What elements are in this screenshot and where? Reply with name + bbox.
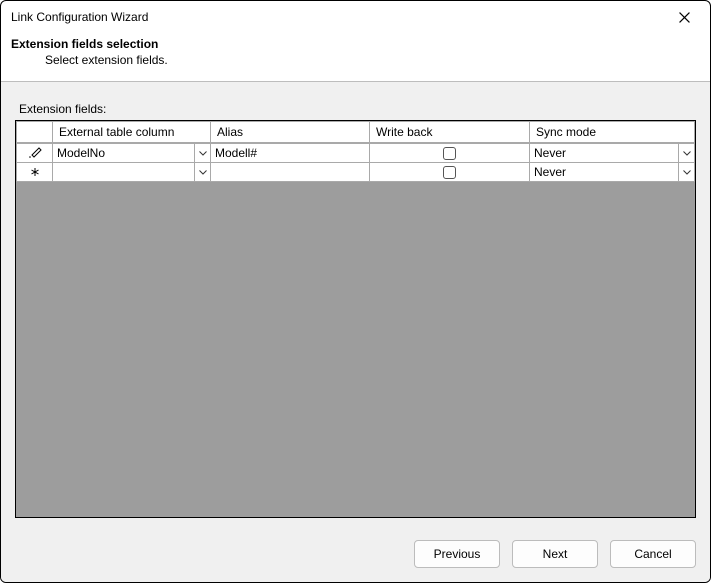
step-heading: Extension fields selection xyxy=(11,37,698,51)
external-dropdown[interactable] xyxy=(194,144,210,162)
row-header-col xyxy=(17,122,53,143)
step-subheading: Select extension fields. xyxy=(11,53,698,67)
external-value: ModelNo xyxy=(53,146,194,160)
chevron-down-icon xyxy=(199,170,207,175)
wizard-footer: Previous Next Cancel xyxy=(1,528,710,582)
cancel-button[interactable]: Cancel xyxy=(610,540,696,568)
write-back-checkbox[interactable] xyxy=(443,166,456,179)
alias-value: Modell# xyxy=(211,146,369,160)
close-button[interactable] xyxy=(666,5,702,29)
row-indicator-new xyxy=(17,163,53,182)
next-button[interactable]: Next xyxy=(512,540,598,568)
extension-fields-grid: External table column Alias Write back S… xyxy=(15,120,696,518)
content-area: Extension fields: External table column … xyxy=(1,82,710,528)
previous-button[interactable]: Previous xyxy=(414,540,500,568)
row-indicator-edit xyxy=(17,144,53,163)
chevron-down-icon xyxy=(683,170,691,175)
table-row[interactable]: ModelNo Modell# xyxy=(17,144,695,163)
col-write-back[interactable]: Write back xyxy=(370,122,530,143)
cell-external[interactable]: ModelNo xyxy=(53,144,211,163)
sync-mode-dropdown[interactable] xyxy=(678,144,694,162)
cell-alias[interactable]: Modell# xyxy=(211,144,370,163)
wizard-header: Extension fields selection Select extens… xyxy=(1,31,710,82)
col-sync-mode[interactable]: Sync mode xyxy=(530,122,695,143)
cell-sync-mode[interactable]: Never xyxy=(530,144,695,163)
table-header-row: External table column Alias Write back S… xyxy=(17,122,695,143)
write-back-checkbox[interactable] xyxy=(443,147,456,160)
asterisk-icon xyxy=(27,165,43,179)
external-dropdown[interactable] xyxy=(194,163,210,181)
cell-external[interactable] xyxy=(53,163,211,182)
cell-alias[interactable] xyxy=(211,163,370,182)
fields-table: External table column Alias Write back S… xyxy=(16,121,695,182)
col-alias[interactable]: Alias xyxy=(211,122,370,143)
chevron-down-icon xyxy=(683,151,691,156)
sync-mode-value: Never xyxy=(530,165,678,179)
cell-write-back[interactable] xyxy=(370,144,530,163)
extension-fields-label: Extension fields: xyxy=(19,102,696,116)
col-external[interactable]: External table column xyxy=(53,122,211,143)
wizard-window: Link Configuration Wizard Extension fiel… xyxy=(0,0,711,583)
cell-sync-mode[interactable]: Never xyxy=(530,163,695,182)
table-row[interactable]: Never xyxy=(17,163,695,182)
window-title: Link Configuration Wizard xyxy=(11,10,148,24)
cell-write-back[interactable] xyxy=(370,163,530,182)
pencil-icon xyxy=(27,146,43,160)
sync-mode-value: Never xyxy=(530,146,678,160)
sync-mode-dropdown[interactable] xyxy=(678,163,694,181)
close-icon xyxy=(679,12,690,23)
titlebar: Link Configuration Wizard xyxy=(1,1,710,31)
chevron-down-icon xyxy=(199,151,207,156)
